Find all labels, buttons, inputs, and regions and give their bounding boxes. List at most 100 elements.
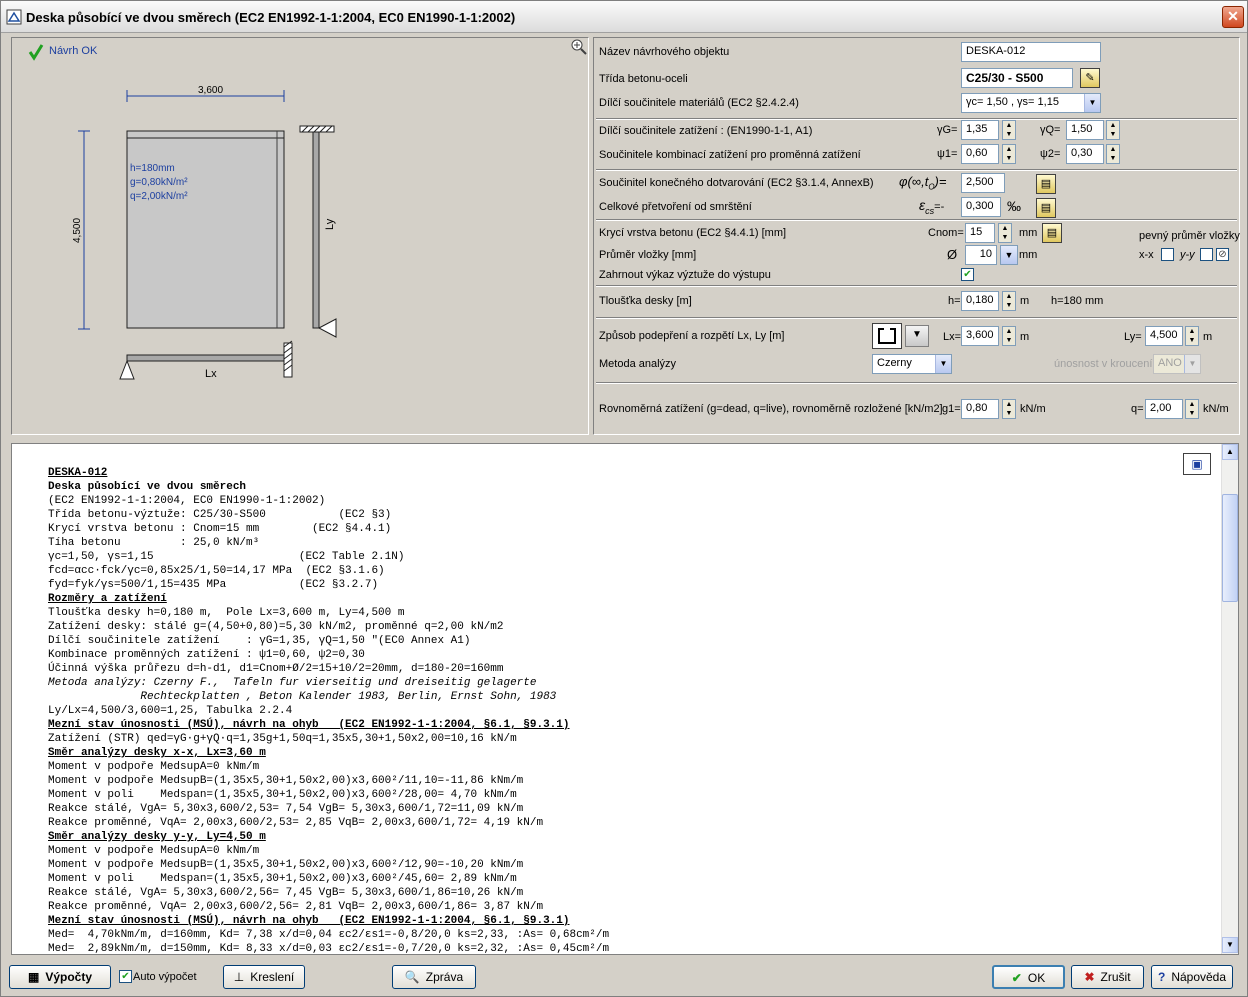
report-icon: 🔍: [404, 970, 420, 984]
name-input[interactable]: DESKA-012: [961, 42, 1101, 62]
folder-icon: ▤: [1046, 227, 1058, 239]
report-line: Směr analýzy desky y-y, Ly=4,50 m: [48, 831, 266, 843]
report-line: Moment v podpoře MedsupA=0 kNm/m: [48, 845, 260, 857]
report-scrollbar[interactable]: ▲ ▼: [1221, 444, 1238, 954]
app-icon: [6, 9, 22, 25]
report-panel: DESKA-012 Deska působící ve dvou směrech (…: [11, 443, 1239, 955]
thickness-input[interactable]: 0,180: [961, 291, 999, 311]
scroll-up-icon[interactable]: ▲: [1222, 444, 1238, 460]
bar-diameter-dropdown[interactable]: ▼: [1000, 245, 1018, 265]
g1-unit: kN/m: [1020, 403, 1046, 415]
psi2-spinner[interactable]: ▲ ▼: [1106, 144, 1120, 164]
auto-calc-checkbox[interactable]: ✔: [119, 970, 132, 983]
torsion-label: únosnost v kroucení: [1054, 358, 1153, 370]
divider: [596, 382, 1237, 384]
support-type-icon[interactable]: [872, 323, 902, 349]
yy-diameter-icon[interactable]: ⊘: [1216, 248, 1229, 261]
report-line: Metoda analýzy: Czerny F., Tafeln fur vi…: [48, 677, 537, 689]
q-unit: kN/m: [1203, 403, 1229, 415]
scroll-thumb[interactable]: [1222, 494, 1238, 602]
gamma-q-input[interactable]: 1,50: [1066, 120, 1104, 140]
report-line: Reakce stálé, VgA= 5,30x3,600/2,56= 7,45…: [48, 887, 524, 899]
material-factors-label: Dílčí součinitele materiálů (EC2 §2.4.2.…: [599, 97, 799, 109]
lx-section: Lx: [119, 340, 293, 380]
name-label: Název návrhového objektu: [599, 46, 730, 58]
width-dim-label: 3,600: [198, 85, 223, 96]
cover-input[interactable]: 15: [965, 223, 995, 243]
ly-input[interactable]: 4,500: [1145, 326, 1183, 346]
report-line: Zatížení desky: stálé g=(4,50+0,80)=5,30…: [48, 621, 504, 633]
ok-button[interactable]: ✔ OK: [992, 965, 1065, 989]
yy-checkbox[interactable]: [1200, 248, 1213, 261]
thickness-symbol: h=: [948, 295, 961, 307]
calculations-button[interactable]: ▦ Výpočty: [9, 965, 111, 989]
check-icon: ✔: [1011, 971, 1022, 985]
yy-label: y-y: [1180, 249, 1195, 261]
shrinkage-unit: ‰: [1007, 198, 1021, 214]
report-line: Med= 4,70kNm/m, d=160mm, Kd= 7,38 x/d=0,…: [48, 929, 610, 941]
help-button[interactable]: ? Nápověda: [1151, 965, 1233, 989]
report-line: Mezní stav únosnosti (MSÚ), návrh na ohy…: [48, 915, 570, 927]
psi1-label: ψ1=: [937, 148, 958, 160]
method-select[interactable]: Czerny ▼: [872, 354, 952, 374]
lx-unit: m: [1020, 331, 1030, 343]
properties-panel: Název návrhového objektu DESKA-012 Třída…: [593, 37, 1240, 435]
ly-spinner[interactable]: ▲ ▼: [1185, 326, 1199, 346]
material-factors-select[interactable]: γc= 1,50 , γs= 1,15 ▼: [961, 93, 1101, 113]
gamma-q-spinner[interactable]: ▲ ▼: [1106, 120, 1120, 140]
q-input[interactable]: 2,00: [1145, 399, 1183, 419]
check-icon: [28, 44, 44, 61]
report-line: Směr analýzy desky x-x, Lx=3,60 m: [48, 747, 266, 759]
cover-spinner[interactable]: ▲ ▼: [998, 223, 1012, 243]
gamma-g-input[interactable]: 1,35: [961, 120, 999, 140]
g1-spinner[interactable]: ▲ ▼: [1002, 399, 1016, 419]
ly-label: Ly: [324, 218, 336, 230]
report-line: Moment v poli Medspan=(1,35x5,30+1,50x2,…: [48, 789, 517, 801]
report-line: Dílčí součinitele zatížení : γG=1,35, γQ…: [48, 635, 471, 647]
report-line: Tíha betonu : 25,0 kN/m³: [48, 537, 260, 549]
report-line: Rechteckplatten , Beton Kalender 1983, B…: [48, 691, 557, 703]
g1-input[interactable]: 0,80: [961, 399, 999, 419]
xx-checkbox[interactable]: [1161, 248, 1174, 261]
class-input[interactable]: C25/30 - S500: [961, 68, 1073, 88]
edit-icon: ✎: [1085, 72, 1095, 84]
slab-info-g: g=0,80kN/m²: [130, 177, 188, 188]
creep-calc-button[interactable]: ▤: [1036, 174, 1056, 194]
title-bar: Deska působící ve dvou směrech (EC2 EN19…: [1, 1, 1247, 33]
shrinkage-calc-button[interactable]: ▤: [1036, 198, 1056, 218]
class-select-button[interactable]: ✎: [1080, 68, 1100, 88]
include-rebar-checkbox[interactable]: ✔: [961, 268, 974, 281]
zoom-icon[interactable]: [571, 39, 587, 55]
calculator-icon: ▦: [27, 970, 40, 984]
gamma-g-spinner[interactable]: ▲ ▼: [1002, 120, 1016, 140]
bar-diameter-label: Průměr vložky [mm]: [599, 249, 697, 261]
report-line: Zatížení (STR) qed=γG·g+γQ·q=1,35g+1,50q…: [48, 733, 517, 745]
shrinkage-input[interactable]: 0,300: [961, 197, 1001, 217]
report-line: Med= 2,89kNm/m, d=150mm, Kd= 8,33 x/d=0,…: [48, 943, 610, 955]
report-button[interactable]: 🔍 Zpráva: [392, 965, 476, 989]
cover-calc-button[interactable]: ▤: [1042, 223, 1062, 243]
auto-calc-label: Auto výpočet: [133, 971, 197, 983]
lx-spinner[interactable]: ▲ ▼: [1002, 326, 1016, 346]
report-line: Reakce stálé, VgA= 5,30x3,600/2,53= 7,54…: [48, 803, 524, 815]
support-type-dropdown[interactable]: ▼: [905, 325, 929, 347]
close-button[interactable]: ✕: [1222, 6, 1244, 28]
torsion-select[interactable]: ANO ▼: [1153, 354, 1201, 374]
shrinkage-label: Celkové přetvoření od smrštění: [599, 201, 752, 213]
support-label: Způsob podepření a rozpětí Lx, Ly [m]: [599, 330, 785, 342]
print-button[interactable]: ▣: [1183, 453, 1211, 475]
thickness-spinner[interactable]: ▲ ▼: [1002, 291, 1016, 311]
q-label: q=: [1131, 403, 1144, 415]
psi2-input[interactable]: 0,30: [1066, 144, 1104, 164]
psi1-input[interactable]: 0,60: [961, 144, 999, 164]
bar-diameter-input[interactable]: 10: [965, 245, 997, 265]
psi1-spinner[interactable]: ▲ ▼: [1002, 144, 1016, 164]
drawing-button[interactable]: ⊥ Kreslení: [223, 965, 305, 989]
slab-plan: [126, 130, 285, 329]
scroll-down-icon[interactable]: ▼: [1222, 937, 1238, 953]
creep-input[interactable]: 2,500: [961, 173, 1005, 193]
cancel-button[interactable]: ✖ Zrušit: [1071, 965, 1144, 989]
lx-input[interactable]: 3,600: [961, 326, 999, 346]
q-spinner[interactable]: ▲ ▼: [1185, 399, 1199, 419]
report-line: fyd=fyk/γs=500/1,15=435 MPa (EC2 §3.2.7): [48, 579, 379, 591]
